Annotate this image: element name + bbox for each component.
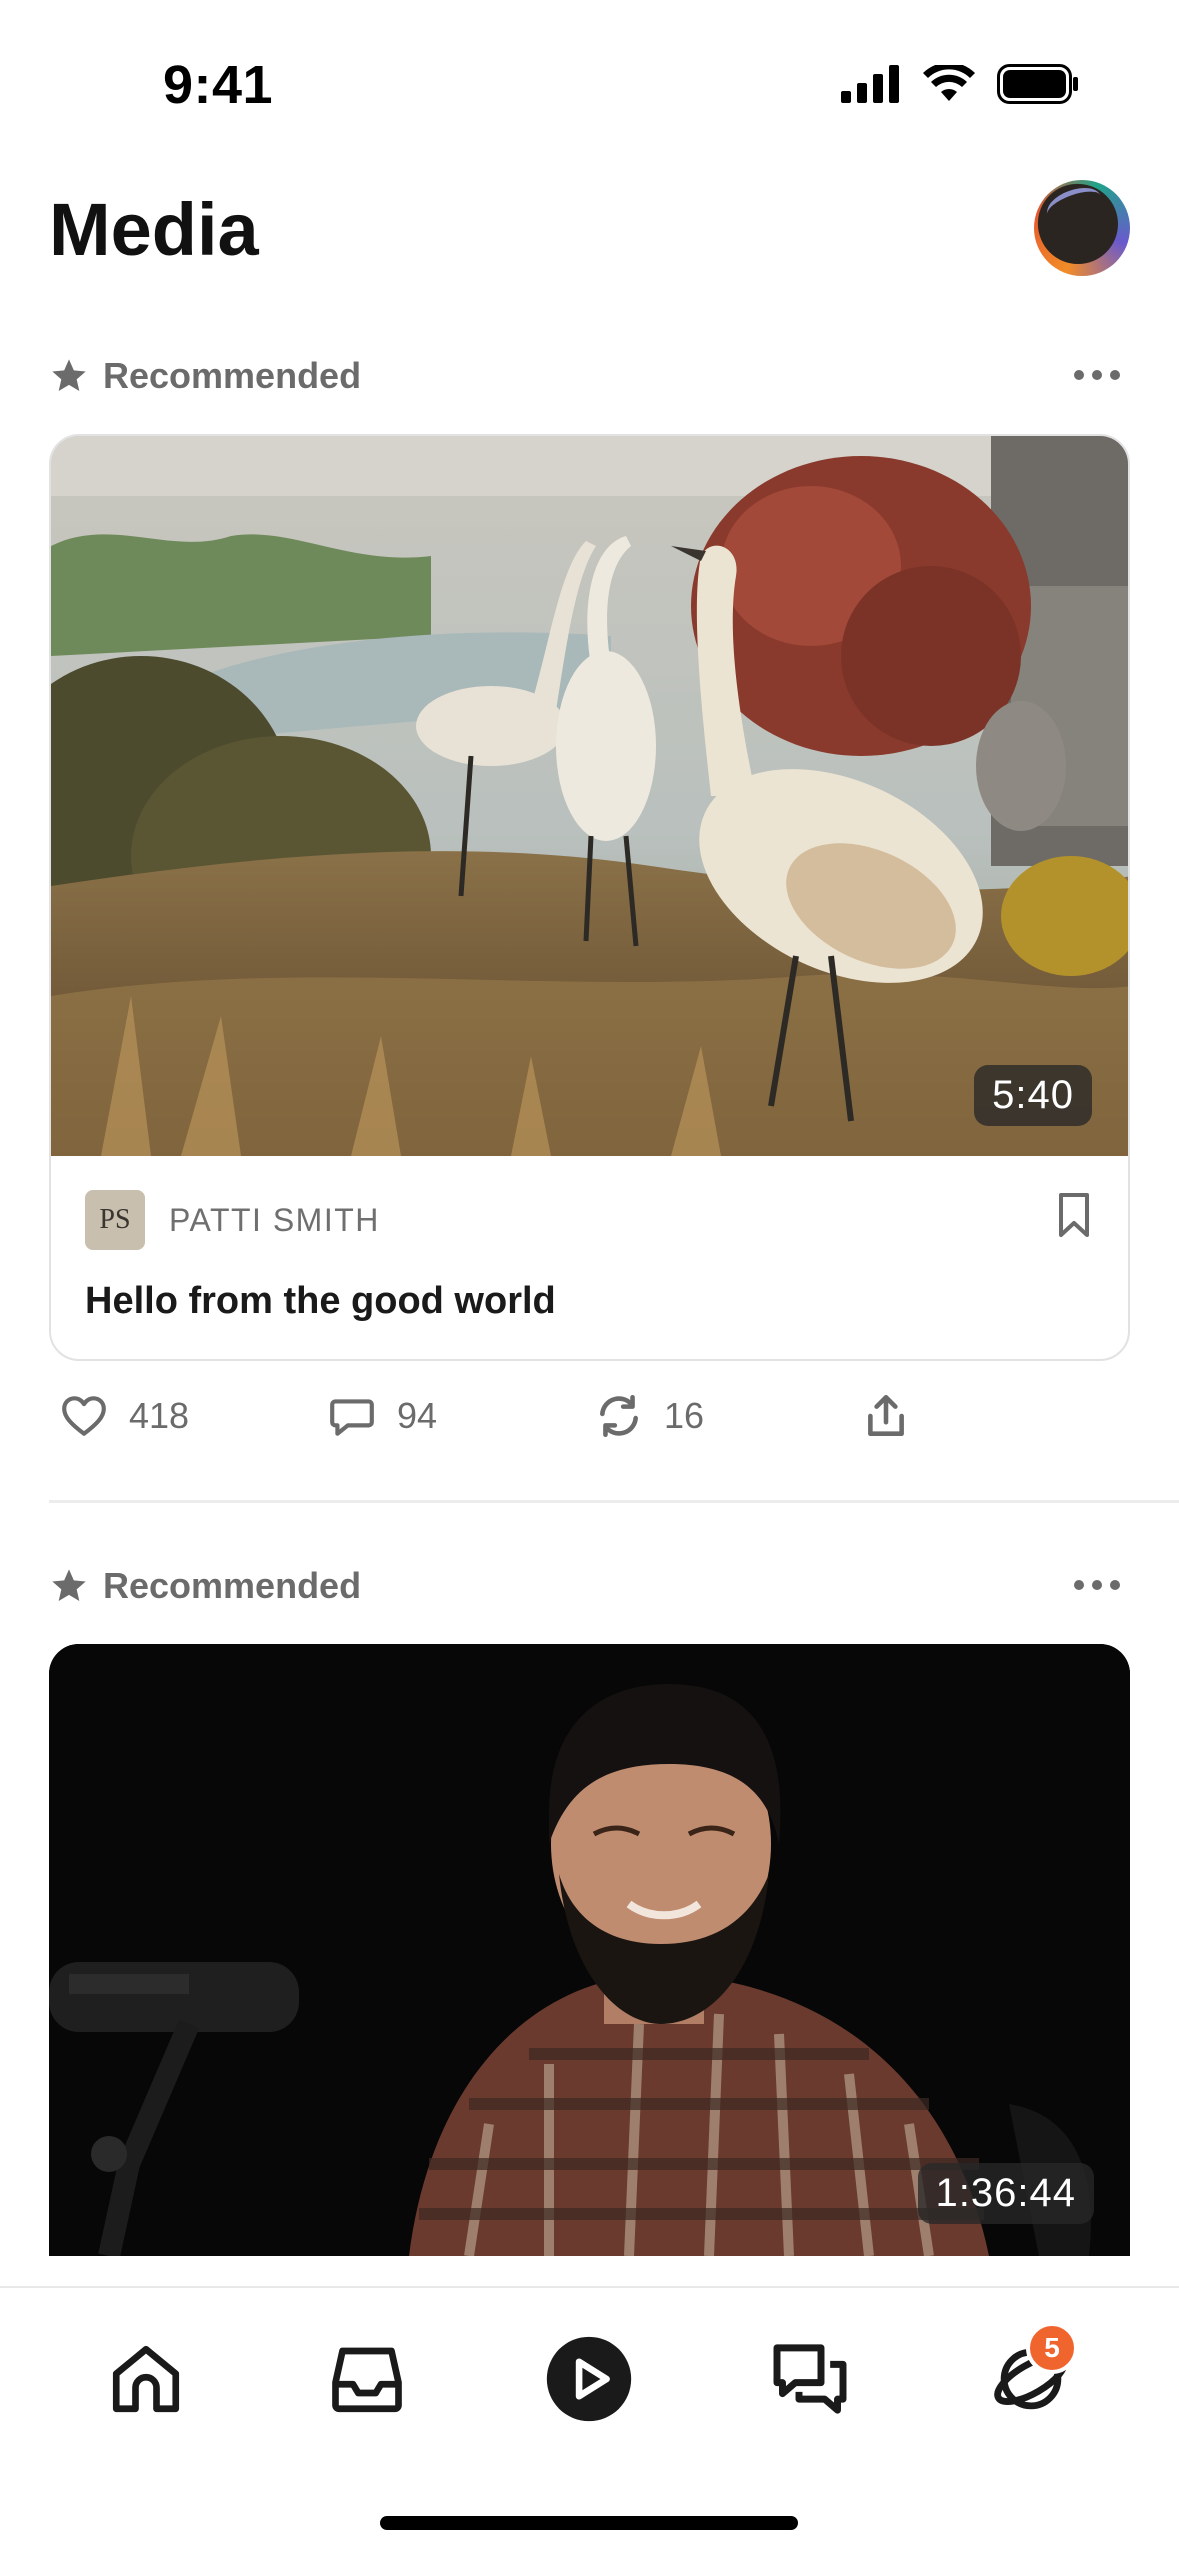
card-body: PS PATTI SMITH Hello from the good world xyxy=(51,1156,1128,1359)
tab-activity[interactable]: 5 xyxy=(986,2322,1078,2424)
comment-icon xyxy=(330,1399,374,1436)
tab-home[interactable] xyxy=(101,2334,191,2424)
video-thumbnail[interactable]: 5:40 xyxy=(51,436,1128,1156)
page-title: Media xyxy=(49,188,259,271)
star-icon xyxy=(52,1569,86,1601)
restack-icon xyxy=(600,1394,638,1438)
share-button[interactable] xyxy=(861,1391,911,1441)
video-card[interactable]: 5:40 PS PATTI SMITH Hello from the good … xyxy=(49,434,1130,1361)
more-options-icon[interactable] xyxy=(1074,370,1120,380)
notification-badge: 5 xyxy=(1026,2322,1078,2374)
status-time: 9:41 xyxy=(163,55,274,115)
more-options-icon[interactable] xyxy=(1074,1580,1120,1590)
home-indicator xyxy=(380,2516,798,2530)
tab-bar: 5 xyxy=(0,2286,1179,2556)
heart-icon xyxy=(62,1396,106,1436)
section-divider xyxy=(49,1500,1179,1503)
video-duration: 1:36:44 xyxy=(917,2163,1094,2224)
cellular-signal-icon xyxy=(841,65,899,103)
video-duration: 5:40 xyxy=(974,1065,1092,1126)
wifi-icon xyxy=(923,65,975,101)
post-card: Recommended xyxy=(49,346,1130,1471)
status-bar: 9:41 xyxy=(0,0,1179,170)
diorama-image xyxy=(51,436,1128,1156)
share-icon xyxy=(868,1394,904,1436)
home-icon xyxy=(112,2345,180,2413)
recommended-label: Recommended xyxy=(103,1565,362,1606)
post-actions: 418 94 16 xyxy=(49,1361,1130,1471)
post-card: Recommended xyxy=(49,1556,1130,2256)
post-label-row: Recommended xyxy=(49,346,1130,406)
author-avatar: PS xyxy=(85,1190,145,1250)
star-icon xyxy=(52,359,86,391)
video-card[interactable]: 1:36:44 xyxy=(49,1644,1130,2256)
bookmark-icon[interactable] xyxy=(1056,1192,1092,1238)
post-label-row: Recommended xyxy=(49,1556,1130,1616)
comment-button[interactable]: 94 xyxy=(327,1391,437,1441)
restack-count: 16 xyxy=(664,1395,705,1436)
avatar[interactable] xyxy=(1034,180,1130,276)
chat-icon xyxy=(773,2344,847,2414)
recommended-label: Recommended xyxy=(103,355,362,396)
post-title[interactable]: Hello from the good world xyxy=(85,1280,1094,1323)
like-count: 418 xyxy=(129,1395,190,1436)
author-name: PATTI SMITH xyxy=(169,1201,380,1238)
restack-button[interactable]: 16 xyxy=(594,1391,704,1441)
battery-icon xyxy=(997,64,1078,104)
like-button[interactable]: 418 xyxy=(59,1391,189,1441)
author-row[interactable]: PS PATTI SMITH xyxy=(85,1190,1094,1250)
status-icons xyxy=(841,64,1079,104)
header: Media xyxy=(49,180,1130,280)
app-screen: 9:41 Media Recommended 5:40 PS PATTI SMI… xyxy=(0,0,1179,2556)
inbox-icon xyxy=(332,2347,402,2413)
tab-media[interactable] xyxy=(544,2334,634,2424)
play-icon xyxy=(546,2336,632,2422)
comment-count: 94 xyxy=(397,1395,438,1436)
tab-inbox[interactable] xyxy=(322,2334,412,2424)
tab-chat[interactable] xyxy=(765,2334,855,2424)
